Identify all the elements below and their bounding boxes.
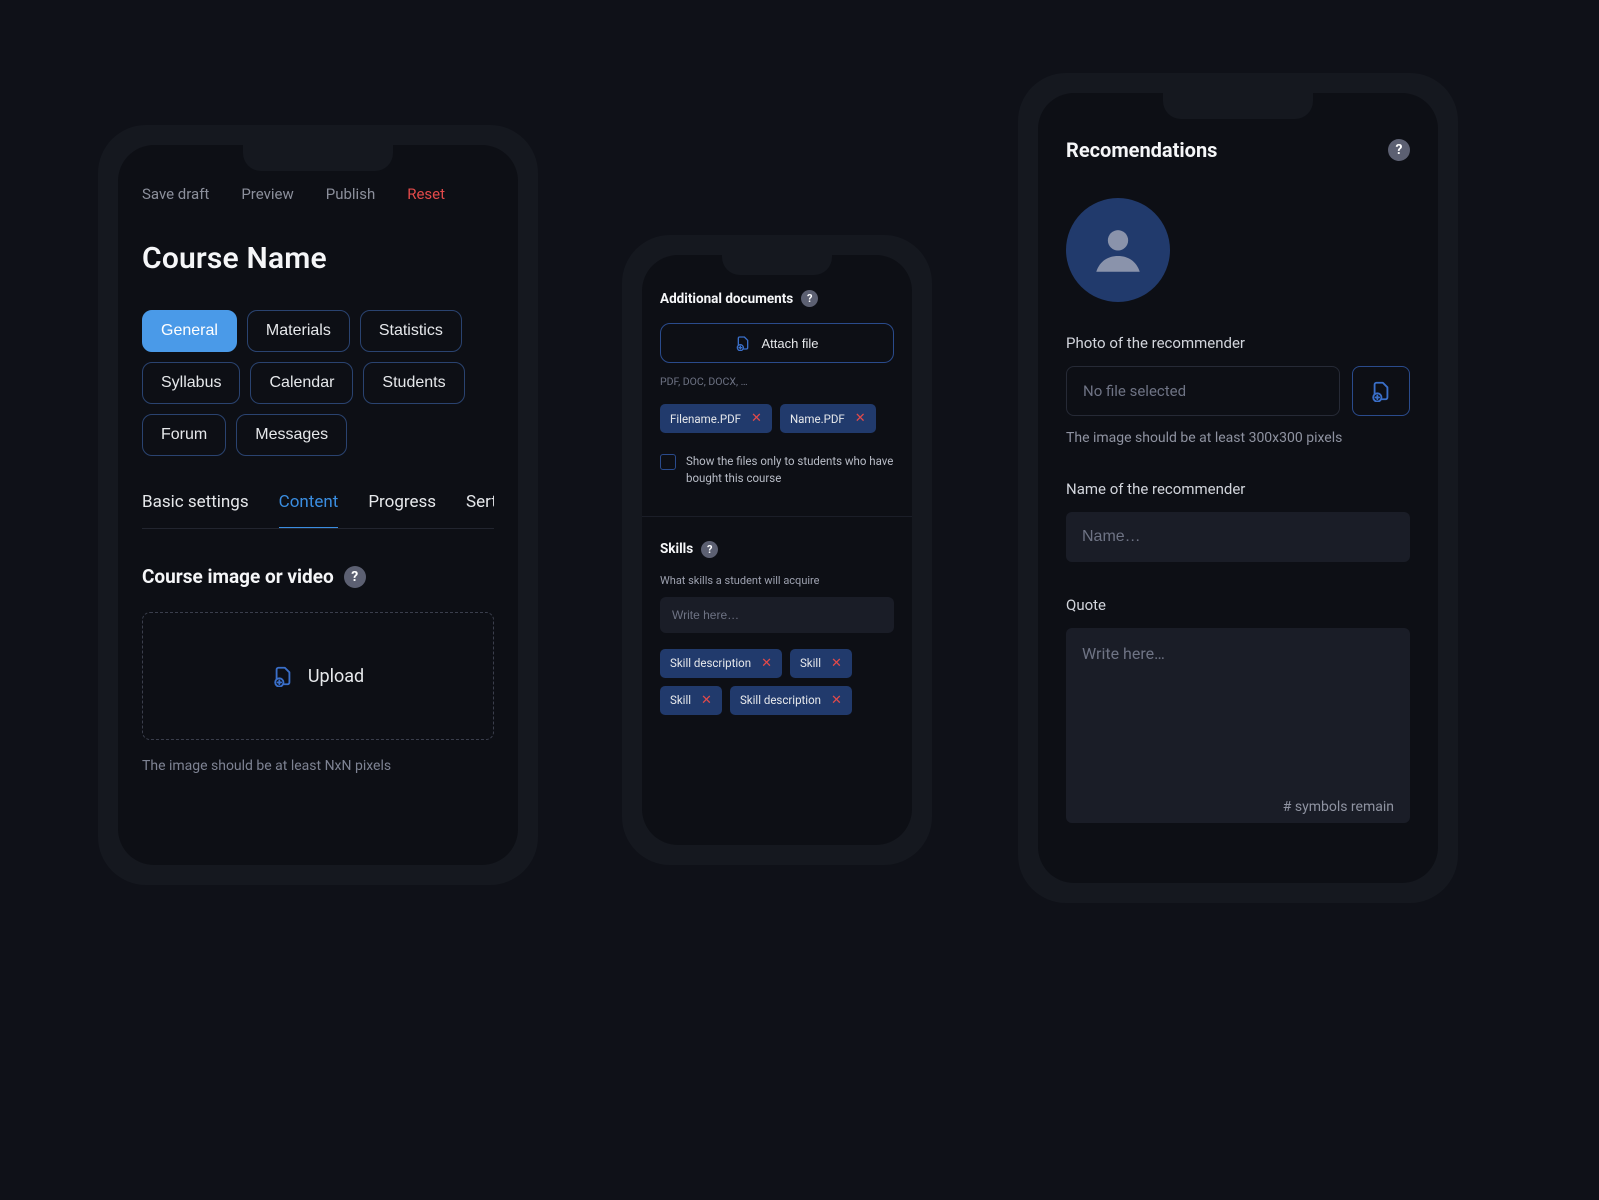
skill-input[interactable] [660,597,894,633]
attach-file-button[interactable]: Attach file [660,323,894,363]
attach-file-label: Attach file [761,336,818,351]
phone-screen: Additional documents ? Attach file PDF, … [642,255,912,845]
pill-general[interactable]: General [142,310,237,352]
skill-chips: Skill description ✕ Skill ✕ Skill ✕ Skil… [660,649,894,715]
upload-dropzone[interactable]: Upload [142,612,494,740]
subnav-progress[interactable]: Progress [368,492,436,528]
skill-chip-label: Skill description [740,693,821,707]
skill-chip-label: Skill description [670,656,751,670]
help-icon[interactable]: ? [701,541,718,558]
course-title: Course Name [142,241,494,276]
upload-file-icon [272,665,294,687]
phone-notch [243,145,393,171]
file-chip: Filename.PDF ✕ [660,404,772,433]
recommender-avatar-placeholder [1066,198,1170,302]
pill-syllabus[interactable]: Syllabus [142,362,240,404]
phone-notch [1163,93,1313,119]
photo-file-display: No file selected [1066,366,1340,416]
skill-chip: Skill description ✕ [660,649,782,678]
reset-link[interactable]: Reset [407,185,445,203]
phone-frame-docs: Additional documents ? Attach file PDF, … [622,235,932,865]
remove-skill-icon[interactable]: ✕ [831,693,842,708]
pill-statistics[interactable]: Statistics [360,310,462,352]
remove-file-icon[interactable]: ✕ [855,411,866,426]
pill-forum[interactable]: Forum [142,414,226,456]
skill-chip: Skill description ✕ [730,686,852,715]
course-subnav: Basic settings Content Progress Sertific… [142,492,494,529]
help-icon[interactable]: ? [801,290,818,307]
remove-skill-icon[interactable]: ✕ [761,656,772,671]
skill-chip-label: Skill [800,656,821,670]
phone-frame-course: Save draft Preview Publish Reset Course … [98,125,538,885]
quote-textarea[interactable] [1066,628,1410,823]
remove-skill-icon[interactable]: ✕ [701,693,712,708]
upload-hint: The image should be at least NxN pixels [142,758,494,774]
media-section-title: Course image or video [142,565,334,588]
browse-file-icon [1370,380,1392,402]
phone-frame-recommendations: Recomendations ? Photo of the recommende… [1018,73,1458,903]
skill-chip: Skill ✕ [660,686,722,715]
quote-field-label: Quote [1066,596,1410,614]
file-chip-name: Filename.PDF [670,412,741,426]
restrict-files-label: Show the files only to students who have… [686,453,894,488]
upload-label: Upload [308,666,364,687]
subnav-basic-settings[interactable]: Basic settings [142,492,249,528]
pill-materials[interactable]: Materials [247,310,350,352]
skills-subtitle: What skills a student will acquire [660,574,894,587]
skills-section-title: Skills [660,541,693,557]
photo-field-label: Photo of the recommender [1066,334,1410,352]
pill-students[interactable]: Students [363,362,464,404]
section-divider [642,516,912,517]
docs-formats-hint: PDF, DOC, DOCX, … [660,375,894,388]
remove-file-icon[interactable]: ✕ [751,411,762,426]
name-field-label: Name of the recommender [1066,480,1410,498]
course-section-pills: General Materials Statistics Syllabus Ca… [142,310,494,456]
course-toolbar: Save draft Preview Publish Reset [142,185,494,203]
subnav-content[interactable]: Content [279,492,339,528]
docs-section-title: Additional documents [660,291,793,307]
restrict-files-checkbox[interactable] [660,454,676,470]
photo-hint: The image should be at least 300x300 pix… [1066,430,1410,446]
pill-messages[interactable]: Messages [236,414,347,456]
photo-browse-button[interactable] [1352,366,1410,416]
phone-screen: Save draft Preview Publish Reset Course … [118,145,518,865]
attach-file-icon [735,335,751,351]
preview-link[interactable]: Preview [241,185,293,203]
skill-chip: Skill ✕ [790,649,852,678]
quote-chars-remaining: # symbols remain [1283,799,1394,815]
phone-notch [722,255,832,275]
save-draft-link[interactable]: Save draft [142,185,209,203]
pill-calendar[interactable]: Calendar [250,362,353,404]
help-icon[interactable]: ? [344,566,366,588]
recommender-name-input[interactable] [1066,512,1410,562]
user-icon [1089,221,1147,279]
remove-skill-icon[interactable]: ✕ [831,656,842,671]
file-chip-name: Name.PDF [790,412,845,426]
subnav-certificate[interactable]: Sertificate [466,492,494,528]
publish-link[interactable]: Publish [326,185,375,203]
recommendations-title: Recomendations [1066,138,1217,162]
phone-screen: Recomendations ? Photo of the recommende… [1038,93,1438,883]
attached-files: Filename.PDF ✕ Name.PDF ✕ [660,404,894,433]
help-icon[interactable]: ? [1388,139,1410,161]
skill-chip-label: Skill [670,693,691,707]
file-chip: Name.PDF ✕ [780,404,876,433]
